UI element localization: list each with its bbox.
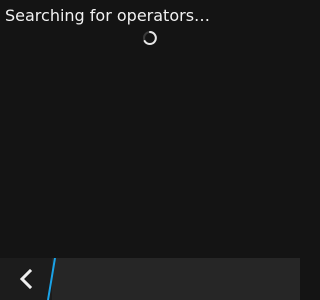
operator-search-screen: Searching for operators… bbox=[0, 0, 300, 300]
loading-spinner-icon bbox=[142, 30, 158, 46]
bottom-action-bar bbox=[0, 258, 300, 300]
chevron-left-icon bbox=[17, 269, 35, 289]
searching-status-text: Searching for operators… bbox=[5, 6, 211, 25]
action-bar-divider bbox=[44, 258, 58, 300]
